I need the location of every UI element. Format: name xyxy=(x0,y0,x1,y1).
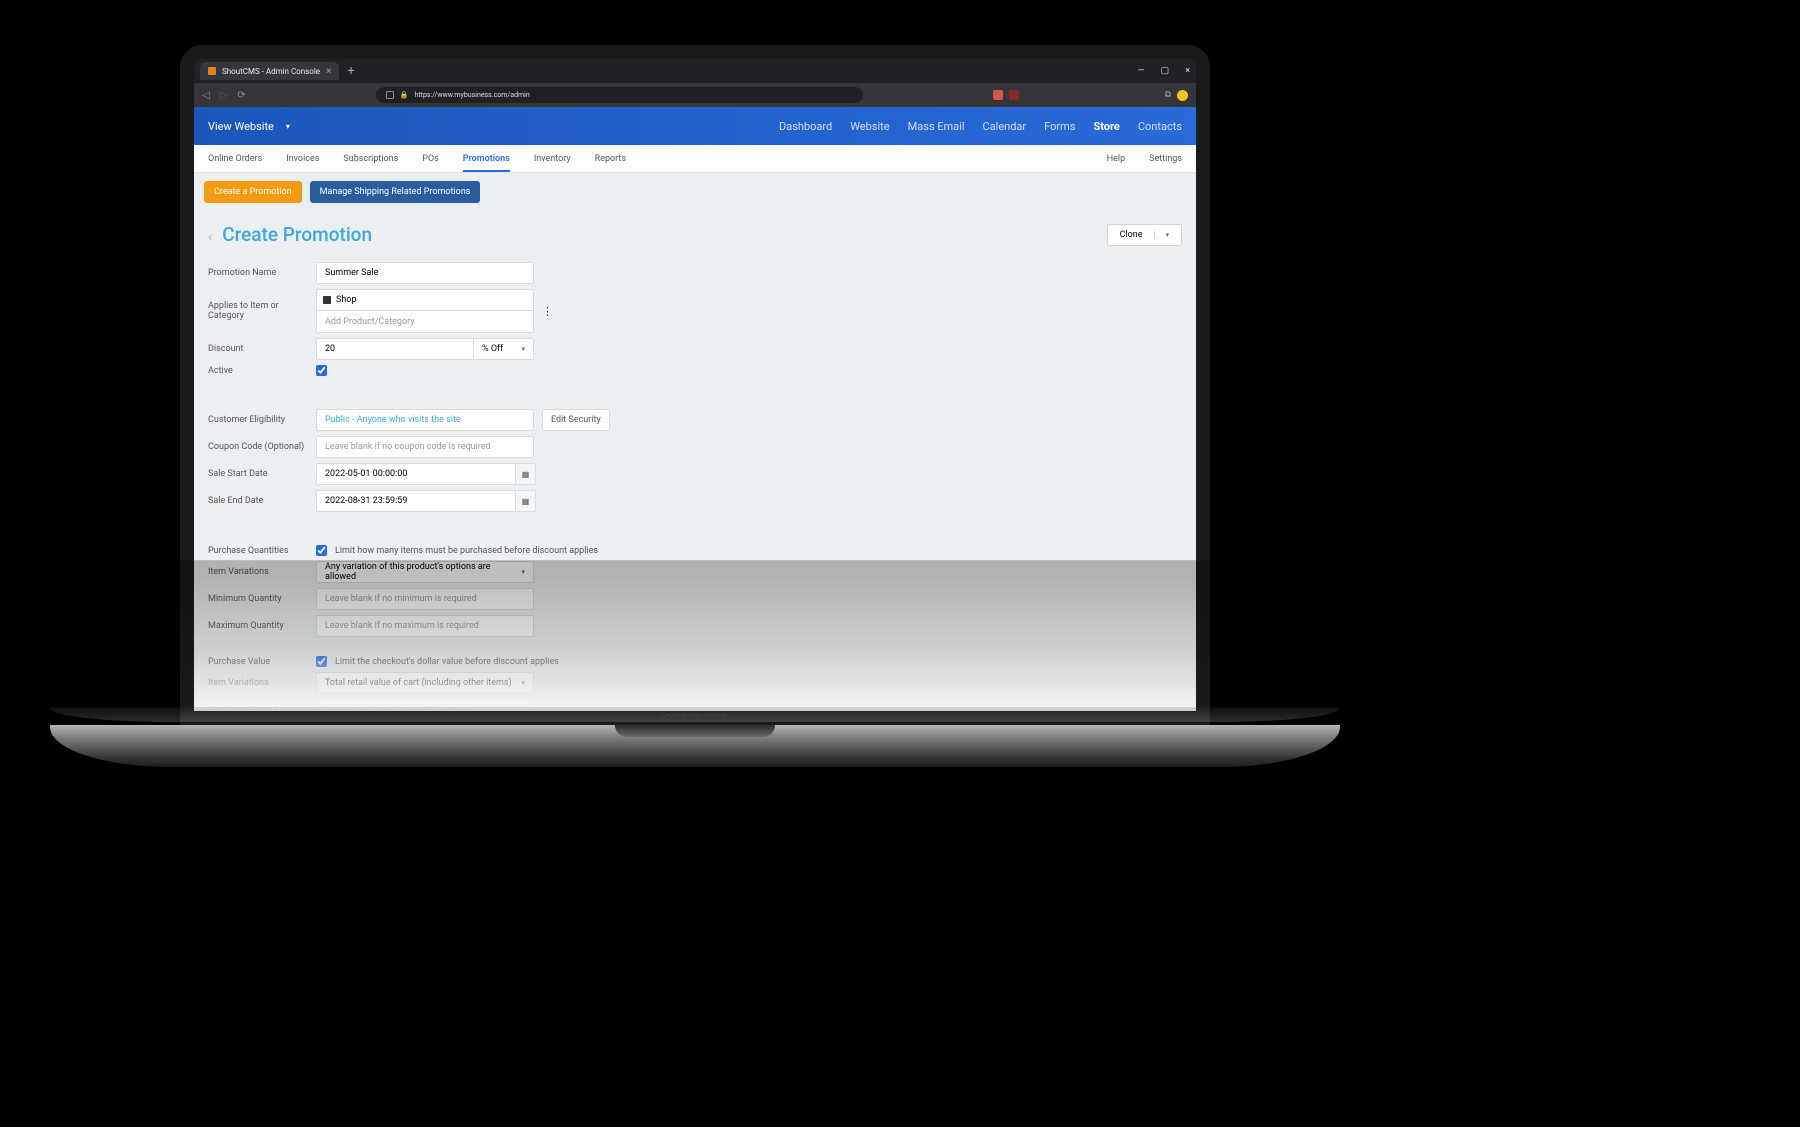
active-checkbox[interactable] xyxy=(316,365,327,376)
window-minimize-icon[interactable]: — xyxy=(1138,66,1145,76)
window-maximize-icon[interactable]: ▢ xyxy=(1161,66,1170,76)
browser-tab[interactable]: ShoutCMS - Admin Console × xyxy=(200,62,339,80)
label-start-date: Sale Start Date xyxy=(208,469,316,479)
label-applies-to: Applies to Item or Category xyxy=(208,301,316,321)
eligibility-value: Public - Anyone who visits the site xyxy=(325,415,461,425)
label-active: Active xyxy=(208,366,316,376)
tab-inventory[interactable]: Inventory xyxy=(534,154,571,164)
tab-online-orders[interactable]: Online Orders xyxy=(208,154,262,164)
extensions-icon[interactable]: ⧉ xyxy=(1165,90,1171,100)
browser-address-bar: ◁ ▷ ⟳ 🔒 https://www.mybusiness.com/admin… xyxy=(194,83,1196,107)
promotion-name-input[interactable] xyxy=(316,262,534,284)
extension-warn-icon[interactable] xyxy=(1009,90,1019,100)
lock-icon: 🔒 xyxy=(400,91,409,99)
folder-icon xyxy=(323,296,331,304)
label-end-date: Sale End Date xyxy=(208,496,316,506)
edit-security-button[interactable]: Edit Security xyxy=(542,409,610,431)
view-website-button[interactable]: View Website ▾ xyxy=(208,120,290,133)
end-date-input[interactable] xyxy=(316,490,516,512)
purchase-quantities-checkbox[interactable] xyxy=(316,545,327,556)
manage-shipping-promotions-button[interactable]: Manage Shipping Related Promotions xyxy=(310,181,481,203)
secondary-nav: Online Orders Invoices Subscriptions POs… xyxy=(194,145,1196,173)
discount-unit-label: % Off xyxy=(482,344,503,354)
site-info-icon[interactable] xyxy=(386,91,394,99)
new-tab-button[interactable]: + xyxy=(347,64,354,79)
primary-nav: View Website ▾ Dashboard Website Mass Em… xyxy=(194,107,1196,145)
back-chevron-icon[interactable]: ‹ xyxy=(208,229,212,245)
tab-title: ShoutCMS - Admin Console xyxy=(222,67,320,76)
url-text: https://www.mybusiness.com/admin xyxy=(415,91,530,99)
clone-button[interactable]: Clone ▾ xyxy=(1107,224,1182,246)
applies-to-tag[interactable]: Shop xyxy=(316,289,534,311)
profile-avatar-icon[interactable] xyxy=(1177,90,1188,101)
laptop-reflection: Notebook xyxy=(50,560,1340,722)
link-help[interactable]: Help xyxy=(1107,154,1125,164)
clone-label: Clone xyxy=(1120,230,1143,240)
window-close-icon[interactable]: × xyxy=(1185,66,1190,76)
link-settings[interactable]: Settings xyxy=(1149,154,1182,164)
more-options-icon[interactable]: ⋮ xyxy=(542,305,552,318)
label-purchase-quantities: Purchase Quantities xyxy=(208,546,316,556)
nav-forward-icon[interactable]: ▷ xyxy=(220,90,228,101)
label-coupon: Coupon Code (Optional) xyxy=(208,442,316,452)
label-discount: Discount xyxy=(208,344,316,354)
chevron-down-icon[interactable]: ▾ xyxy=(1154,231,1169,239)
calendar-icon[interactable]: ▦ xyxy=(516,463,536,485)
tab-invoices[interactable]: Invoices xyxy=(286,154,319,164)
add-product-category-input[interactable] xyxy=(316,311,534,333)
browser-tab-strip: ShoutCMS - Admin Console × + — ▢ × xyxy=(194,59,1196,83)
close-tab-icon[interactable]: × xyxy=(326,66,331,77)
action-bar: Create a Promotion Manage Shipping Relat… xyxy=(194,173,1196,211)
tab-promotions[interactable]: Promotions xyxy=(463,154,510,164)
calendar-icon[interactable]: ▦ xyxy=(516,490,536,512)
nav-store[interactable]: Store xyxy=(1093,120,1119,133)
tab-pos[interactable]: POs xyxy=(422,154,439,164)
start-date-input[interactable] xyxy=(316,463,516,485)
nav-back-icon[interactable]: ◁ xyxy=(202,90,210,101)
applies-tag-text: Shop xyxy=(336,295,357,305)
nav-website[interactable]: Website xyxy=(850,120,889,133)
coupon-code-input[interactable] xyxy=(316,436,534,458)
create-promotion-button[interactable]: Create a Promotion xyxy=(204,181,302,203)
purchase-quantities-text: Limit how many items must be purchased b… xyxy=(335,546,598,556)
favicon-icon xyxy=(208,67,216,75)
label-promotion-name: Promotion Name xyxy=(208,268,316,278)
eligibility-select[interactable]: Public - Anyone who visits the site xyxy=(316,409,534,431)
laptop-base xyxy=(50,725,1340,767)
discount-value-input[interactable] xyxy=(316,338,474,360)
chevron-down-icon: ▾ xyxy=(521,345,525,353)
nav-forms[interactable]: Forms xyxy=(1044,120,1075,133)
nav-contacts[interactable]: Contacts xyxy=(1138,120,1182,133)
label-eligibility: Customer Eligibility xyxy=(208,415,316,425)
chevron-down-icon: ▾ xyxy=(286,122,290,131)
nav-calendar[interactable]: Calendar xyxy=(983,120,1027,133)
extension-shield-icon[interactable] xyxy=(993,90,1003,100)
url-input[interactable]: 🔒 https://www.mybusiness.com/admin xyxy=(376,87,863,103)
discount-unit-select[interactable]: % Off ▾ xyxy=(474,338,534,360)
nav-dashboard[interactable]: Dashboard xyxy=(779,120,832,133)
nav-reload-icon[interactable]: ⟳ xyxy=(237,90,245,101)
tab-subscriptions[interactable]: Subscriptions xyxy=(343,154,398,164)
nav-mass-email[interactable]: Mass Email xyxy=(908,120,965,133)
tab-reports[interactable]: Reports xyxy=(595,154,626,164)
page-title: Create Promotion xyxy=(222,223,372,246)
view-website-label: View Website xyxy=(208,120,274,133)
